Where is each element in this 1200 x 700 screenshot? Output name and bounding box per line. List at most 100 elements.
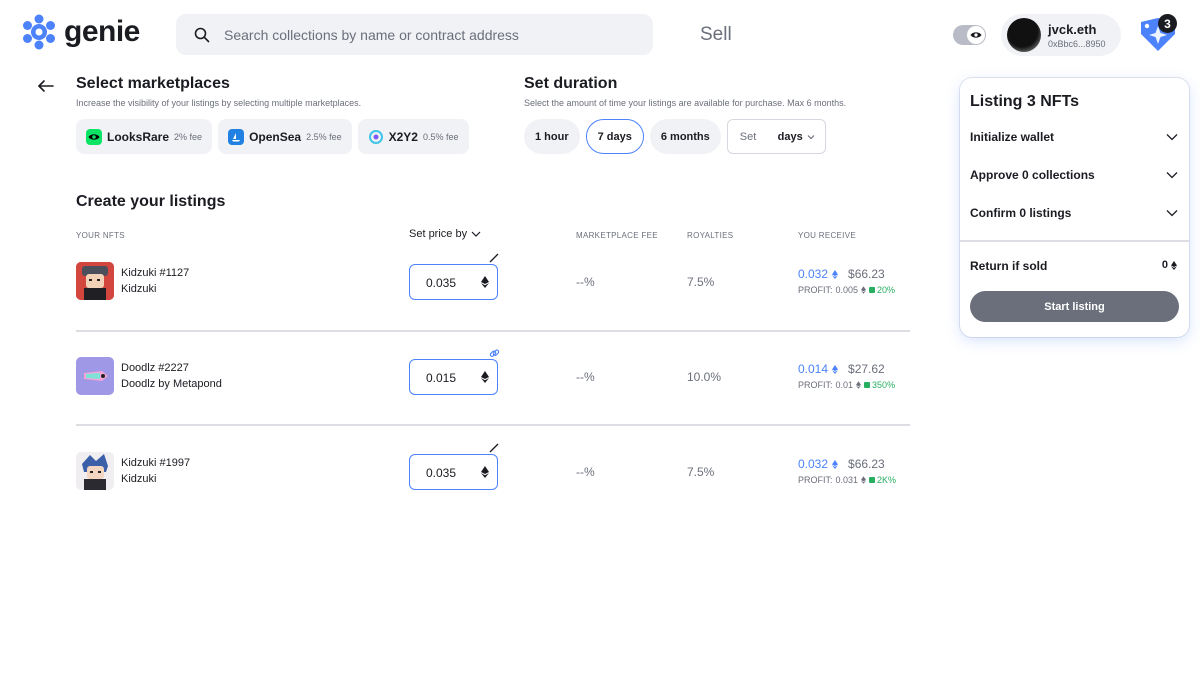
marketplaces-header: Select marketplaces Increase the visibil… xyxy=(76,75,361,108)
receive-eth: 0.014 xyxy=(798,362,829,376)
price-value[interactable]: 0.015 xyxy=(426,371,456,385)
return-if-sold-value: 0 xyxy=(1162,259,1177,271)
duration-unit-label: days xyxy=(777,130,803,143)
account-address: 0xBbc6...8950 xyxy=(1048,38,1106,49)
custom-duration-input[interactable]: Set xyxy=(740,131,757,143)
duration-subtitle: Select the amount of time your listings … xyxy=(524,98,847,108)
duration-6-months[interactable]: 6 months xyxy=(649,119,721,154)
eye-icon xyxy=(967,26,985,44)
eth-icon xyxy=(861,286,867,294)
search-placeholder: Search collections by name or contract a… xyxy=(224,26,519,43)
marketplace-name: OpenSea xyxy=(249,129,302,144)
account-name: jvck.eth xyxy=(1048,21,1097,37)
nft-collection: Doodlz by Metapond xyxy=(121,378,222,390)
eth-icon xyxy=(481,466,489,478)
eth-icon xyxy=(481,276,489,288)
nft-name: Doodlz #2227 xyxy=(121,362,189,374)
chevron-down-icon xyxy=(1166,172,1178,179)
nft-name: Kidzuki #1997 xyxy=(121,457,191,469)
listing-row: Kidzuki #1997 Kidzuki 0.035 --% 7.5% 0.0… xyxy=(76,443,910,512)
eth-icon xyxy=(832,364,839,374)
marketplace-opensea[interactable]: OpenSea 2.5% fee xyxy=(218,119,352,154)
logo-text: genie xyxy=(64,15,140,48)
start-listing-button[interactable]: Start listing xyxy=(970,291,1179,322)
search-icon xyxy=(194,27,210,42)
price-input[interactable]: 0.035 xyxy=(409,454,498,490)
chevron-down-icon xyxy=(471,231,481,237)
duration-title: Set duration xyxy=(524,75,618,92)
you-receive: 0.014 $27.62 PROFIT: 0.01 350% xyxy=(798,362,895,390)
search-input[interactable]: Search collections by name or contract a… xyxy=(176,14,653,55)
header: genie Search collections by name or cont… xyxy=(0,0,1200,70)
profit-eth: 0.01 xyxy=(835,380,854,390)
duration-unit-select[interactable]: days xyxy=(778,131,815,143)
panel-divider xyxy=(960,240,1189,242)
chevron-down-icon xyxy=(807,134,815,139)
step-label: Approve 0 collections xyxy=(970,168,1095,182)
eth-icon xyxy=(481,371,489,383)
row-divider xyxy=(76,424,910,426)
panel-title: Listing 3 NFTs xyxy=(970,93,1080,110)
nft-collection: Kidzuki xyxy=(121,473,157,485)
marketplace-fee: 2.5% fee xyxy=(306,131,342,142)
view-toggle[interactable] xyxy=(953,25,986,45)
return-value: 0 xyxy=(1161,259,1168,271)
profit-label: PROFIT: xyxy=(798,380,833,390)
listing-row: Kidzuki #1127 Kidzuki 0.035 --% 7.5% 0.0… xyxy=(76,253,910,322)
marketplace-fee: 0.5% fee xyxy=(422,131,459,142)
marketplace-x2y2[interactable]: X2Y2 0.5% fee xyxy=(357,119,469,154)
receive-eth: 0.032 xyxy=(798,267,829,281)
row-divider xyxy=(76,330,910,332)
nft-thumbnail xyxy=(76,452,114,490)
nft-thumbnail xyxy=(76,357,114,395)
you-receive: 0.032 $66.23 PROFIT: 0.005 20% xyxy=(798,267,895,295)
pencil-icon[interactable] xyxy=(489,253,499,263)
listing-panel: Listing 3 NFTs Initialize wallet Approve… xyxy=(960,78,1189,337)
eth-icon xyxy=(856,381,862,389)
marketplace-looksrare[interactable]: LooksRare 2% fee xyxy=(76,119,213,154)
profit-up-icon xyxy=(869,287,876,293)
set-price-by-dropdown[interactable]: Set price by xyxy=(409,228,481,240)
duration-1-hour[interactable]: 1 hour xyxy=(524,119,580,154)
duration-options: 1 hour 7 days 6 months Set days xyxy=(524,119,826,154)
account-button[interactable]: jvck.eth 0xBbc6...8950 xyxy=(1001,14,1121,56)
profit-label: PROFIT: xyxy=(798,285,833,295)
step-approve-collections[interactable]: Approve 0 collections xyxy=(970,168,1178,182)
profit-percent: 350% xyxy=(872,380,896,390)
col-marketplace-fee: MARKETPLACE FEE xyxy=(576,231,658,240)
marketplace-fee-value: --% xyxy=(576,370,595,384)
looksrare-icon xyxy=(86,128,102,145)
col-you-receive: YOU RECEIVE xyxy=(798,231,856,240)
profit-eth: 0.005 xyxy=(835,285,859,295)
receive-usd: $27.62 xyxy=(848,362,885,376)
marketplace-fee: 2% fee xyxy=(174,131,203,142)
price-input[interactable]: 0.035 xyxy=(409,264,498,300)
profit-percent: 2K% xyxy=(877,475,897,485)
col-your-nfts: YOUR NFTS xyxy=(76,231,125,240)
price-value[interactable]: 0.035 xyxy=(426,276,456,290)
nav-sell-link[interactable]: Sell xyxy=(700,24,732,46)
marketplace-fee-value: --% xyxy=(576,465,595,479)
link-icon[interactable] xyxy=(489,348,500,359)
chevron-down-icon xyxy=(1166,210,1178,217)
you-receive: 0.032 $66.23 PROFIT: 0.031 2K% xyxy=(798,457,896,485)
marketplace-options: LooksRare 2% fee OpenSea 2.5% fee X2Y2 0… xyxy=(76,119,469,154)
pencil-icon[interactable] xyxy=(489,443,499,453)
receive-eth: 0.032 xyxy=(798,457,829,471)
genie-logo[interactable]: genie xyxy=(22,14,140,50)
price-value[interactable]: 0.035 xyxy=(426,466,456,480)
step-initialize-wallet[interactable]: Initialize wallet xyxy=(970,130,1178,144)
duration-header: Set duration Select the amount of time y… xyxy=(524,75,846,108)
eth-icon xyxy=(832,269,839,279)
profit-eth: 0.031 xyxy=(835,475,859,485)
profit-label: PROFIT: xyxy=(798,475,833,485)
marketplace-name: LooksRare xyxy=(107,129,170,144)
duration-7-days[interactable]: 7 days xyxy=(585,119,644,154)
back-arrow-icon[interactable] xyxy=(36,76,56,96)
eth-icon xyxy=(1171,260,1177,270)
return-if-sold-label: Return if sold xyxy=(970,259,1048,273)
price-input[interactable]: 0.015 xyxy=(409,359,498,395)
custom-duration-field[interactable]: Set days xyxy=(726,119,826,154)
eth-icon xyxy=(861,476,867,484)
step-confirm-listings[interactable]: Confirm 0 listings xyxy=(970,206,1178,220)
